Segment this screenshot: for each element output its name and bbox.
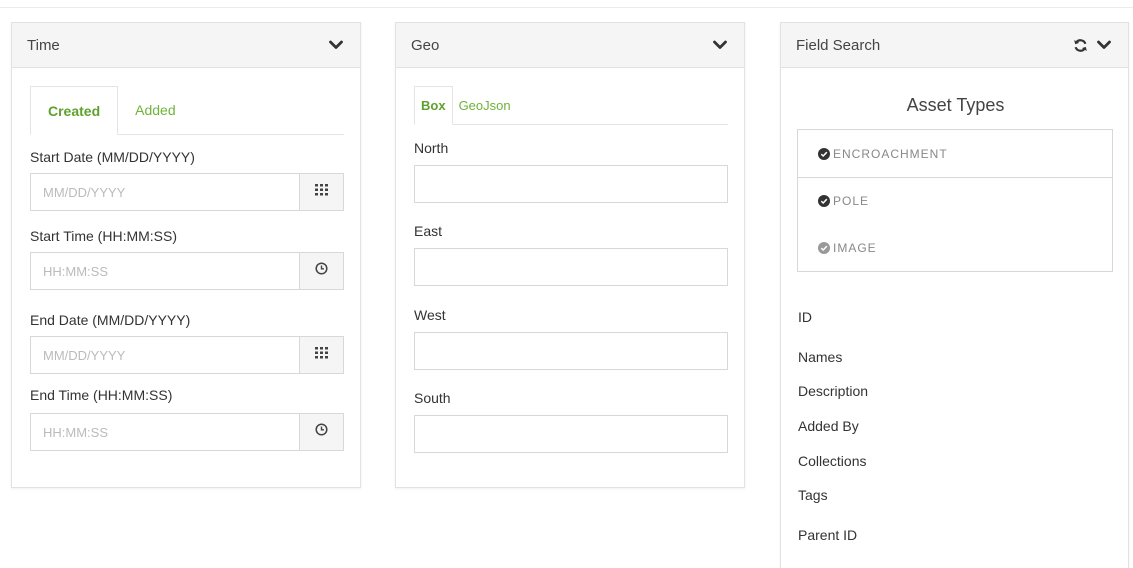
tab-added[interactable]: Added (118, 86, 192, 134)
field-search-header-actions (1071, 36, 1113, 54)
tab-geojson[interactable]: GeoJson (453, 86, 517, 124)
field-description[interactable]: Description (798, 383, 868, 399)
time-tabs: Created Added (30, 85, 344, 135)
start-date-group (30, 173, 344, 211)
start-time-group (30, 252, 344, 290)
north-input[interactable] (414, 165, 728, 203)
tab-added-label: Added (135, 102, 176, 118)
chevron-down-icon[interactable] (1095, 36, 1113, 54)
field-search-panel: Field Search Asset Types ENCROACHMENT PO… (780, 22, 1129, 568)
start-time-input[interactable] (31, 253, 299, 289)
start-time-label: Start Time (HH:MM:SS) (30, 228, 178, 244)
asset-type-label: IMAGE (833, 240, 877, 255)
start-date-label: Start Date (MM/DD/YYYY) (30, 149, 195, 165)
start-date-picker-button[interactable] (299, 174, 343, 210)
geo-panel: Geo Box GeoJson North East West South (395, 22, 745, 488)
south-label: South (414, 390, 451, 406)
asset-type-encroachment[interactable]: ENCROACHMENT (798, 130, 1112, 177)
time-panel-title: Time (27, 36, 60, 54)
asset-type-label: POLE (833, 194, 870, 208)
tab-geojson-label: GeoJson (458, 97, 511, 113)
start-time-picker-button[interactable] (299, 253, 343, 289)
field-added-by[interactable]: Added By (798, 418, 859, 434)
field-parent-id[interactable]: Parent ID (798, 527, 857, 543)
end-date-input[interactable] (31, 337, 299, 373)
tab-box-label: Box (421, 98, 446, 113)
west-label: West (414, 307, 446, 323)
field-collections[interactable]: Collections (798, 453, 866, 469)
asset-type-label: ENCROACHMENT (833, 146, 948, 161)
asset-type-pole[interactable]: POLE (798, 177, 1112, 224)
west-input[interactable] (414, 332, 728, 370)
refresh-icon[interactable] (1071, 36, 1089, 54)
end-date-group (30, 336, 344, 374)
check-circle-icon (818, 147, 830, 160)
end-time-picker-button[interactable] (299, 414, 343, 450)
check-circle-icon (818, 195, 830, 207)
asset-type-image[interactable]: IMAGE (798, 224, 1112, 271)
field-search-panel-header[interactable]: Field Search (781, 23, 1128, 68)
chevron-down-icon[interactable] (327, 36, 345, 54)
calendar-icon (315, 183, 328, 201)
clock-icon (315, 262, 328, 280)
top-divider (0, 7, 1133, 8)
field-id[interactable]: ID (798, 309, 812, 325)
start-date-input[interactable] (31, 174, 299, 210)
end-date-label: End Date (MM/DD/YYYY) (30, 312, 191, 328)
end-time-label: End Time (HH:MM:SS) (30, 387, 173, 403)
clock-icon (315, 423, 328, 441)
east-input[interactable] (414, 248, 728, 286)
geo-panel-header[interactable]: Geo (396, 23, 744, 68)
field-names[interactable]: Names (798, 349, 842, 365)
field-tags[interactable]: Tags (798, 487, 828, 503)
calendar-icon (315, 346, 328, 364)
south-input[interactable] (414, 415, 728, 453)
geo-panel-title: Geo (411, 36, 440, 54)
check-circle-icon (818, 241, 830, 254)
tab-box[interactable]: Box (414, 86, 453, 125)
tab-created-label: Created (48, 102, 101, 119)
geo-tabs: Box GeoJson (414, 86, 728, 125)
end-time-group (30, 413, 344, 451)
tab-created[interactable]: Created (30, 86, 119, 135)
end-date-picker-button[interactable] (299, 337, 343, 373)
field-search-panel-title: Field Search (796, 36, 881, 54)
time-panel: Time Created Added Start Date (MM/DD/YYY… (11, 22, 361, 488)
east-label: East (414, 223, 443, 239)
north-label: North (414, 140, 449, 156)
end-time-input[interactable] (31, 414, 299, 450)
asset-types-list: ENCROACHMENT POLE IMAGE (797, 129, 1113, 272)
asset-types-heading: Asset Types (906, 95, 1005, 115)
time-panel-header[interactable]: Time (12, 23, 360, 68)
chevron-down-icon[interactable] (711, 36, 729, 54)
